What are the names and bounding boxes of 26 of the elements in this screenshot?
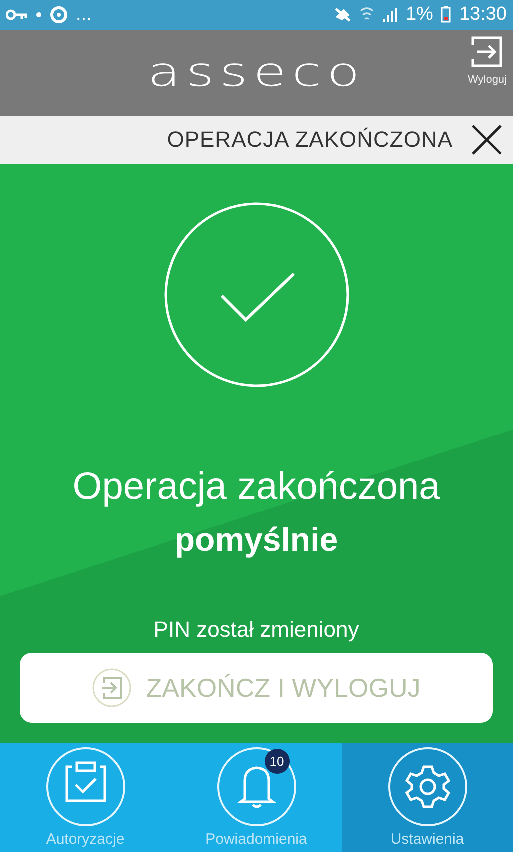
logout-icon xyxy=(92,668,132,708)
battery-percent: 1% xyxy=(406,4,434,26)
notification-count-badge: 10 xyxy=(264,749,290,774)
clock-time: 13:30 xyxy=(459,4,507,26)
logout-button[interactable]: Wyloguj xyxy=(468,36,507,86)
finish-logout-button[interactable]: ZAKOŃCZ I WYLOGUJ xyxy=(20,653,493,724)
logout-icon xyxy=(471,36,504,68)
overflow-indicator: ... xyxy=(76,4,92,26)
close-icon xyxy=(471,124,503,156)
mute-icon xyxy=(334,6,352,23)
settings-icon xyxy=(388,747,468,828)
key-icon xyxy=(6,8,28,21)
clipboard-check-icon xyxy=(46,747,126,828)
aperture-icon xyxy=(50,6,68,24)
checkmark-icon xyxy=(164,202,350,388)
battery-icon xyxy=(441,6,452,24)
bell-icon xyxy=(216,747,296,828)
close-button[interactable] xyxy=(471,124,503,156)
result-message: PIN został zmieniony xyxy=(154,617,360,644)
screen-title: OPERACJA ZAKOŃCZONA xyxy=(167,126,453,153)
dot-icon xyxy=(36,12,42,18)
result-status: pomyślnie xyxy=(174,521,338,560)
nav-tab[interactable]: Ustawienia xyxy=(342,743,513,852)
signal-icon xyxy=(382,6,398,23)
brand-logo: asseco xyxy=(148,50,366,96)
result-headline: Operacja zakończona xyxy=(72,466,440,510)
